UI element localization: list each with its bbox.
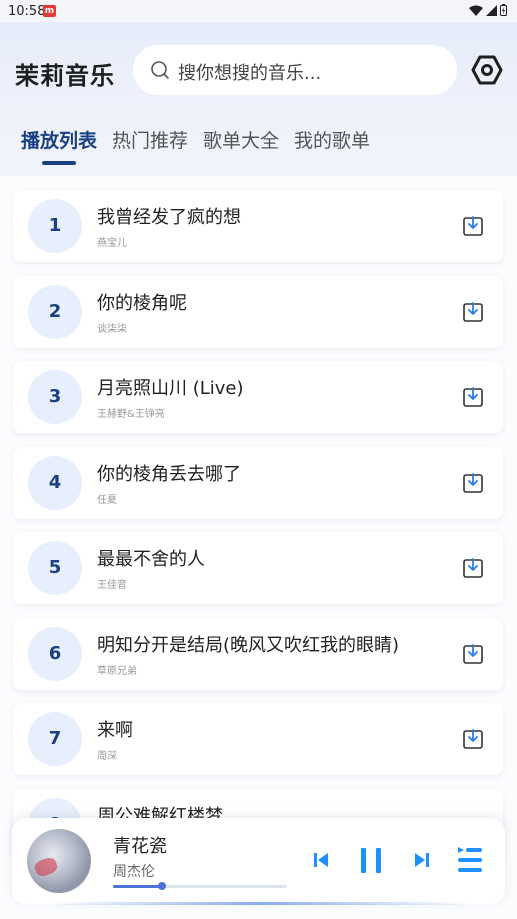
song-artist: 任夏 — [97, 495, 117, 506]
pause-icon[interactable] — [360, 848, 382, 873]
song-artist: 王佳音 — [97, 580, 127, 591]
download-icon[interactable] — [461, 214, 485, 238]
mini-player[interactable]: 青花瓷 周杰伦 — [12, 818, 505, 904]
now-playing-title: 青花瓷 — [113, 836, 167, 857]
playlist-queue-icon[interactable] — [457, 846, 483, 874]
progress-knob[interactable] — [157, 882, 166, 890]
song-index: 7 — [28, 712, 82, 766]
song-title: 明知分开是结局(晚风又吹红我的眼睛) — [97, 635, 400, 656]
song-index: 1 — [28, 199, 82, 253]
status-time: 10:58 — [8, 4, 46, 19]
header: 茉莉音乐 搜你想搜的音乐... 播放列表 热门推荐 歌单大全 我的歌单 — [0, 22, 517, 176]
album-cover[interactable] — [27, 829, 91, 893]
song-item[interactable]: 1 我曾经发了疯的想 燕宝儿 — [13, 190, 503, 262]
song-title: 你的棱角呢 — [97, 293, 187, 314]
tab-my-playlists[interactable]: 我的歌单 — [294, 126, 370, 153]
settings-icon[interactable] — [471, 54, 503, 86]
song-index: 6 — [28, 627, 82, 681]
song-item[interactable]: 6 明知分开是结局(晚风又吹红我的眼睛) 草原兄弟 — [13, 618, 503, 690]
tab-playlist[interactable]: 播放列表 — [21, 126, 97, 153]
song-list[interactable]: 1 我曾经发了疯的想 燕宝儿 2 你的棱角呢 谈柒柒 3 月亮照山川 (Live… — [0, 176, 517, 919]
tab-hot-recommend[interactable]: 热门推荐 — [112, 126, 188, 153]
download-icon[interactable] — [461, 556, 485, 580]
previous-icon[interactable] — [313, 852, 329, 868]
song-title: 我曾经发了疯的想 — [97, 207, 241, 228]
song-artist: 周深 — [97, 751, 117, 762]
progress-fill — [113, 885, 162, 888]
song-index: 2 — [28, 285, 82, 339]
tab-playlists-all[interactable]: 歌单大全 — [203, 126, 279, 153]
song-artist: 王赫野&王铮亮 — [97, 409, 165, 420]
song-artist: 燕宝儿 — [97, 238, 127, 249]
song-index: 3 — [28, 370, 82, 424]
download-icon[interactable] — [461, 727, 485, 751]
notification-app-icon: m — [43, 5, 56, 17]
song-artist: 谈柒柒 — [97, 324, 127, 335]
song-title: 你的棱角丢去哪了 — [97, 464, 241, 485]
system-icons — [469, 4, 507, 16]
search-icon — [151, 61, 169, 79]
wifi-icon — [469, 5, 483, 16]
tab-active-indicator — [42, 161, 76, 165]
song-artist: 草原兄弟 — [97, 666, 137, 677]
song-item[interactable]: 3 月亮照山川 (Live) 王赫野&王铮亮 — [13, 361, 503, 433]
signal-icon — [486, 4, 497, 16]
song-index: 5 — [28, 541, 82, 595]
app-title: 茉莉音乐 — [15, 62, 115, 90]
now-playing-artist: 周杰伦 — [113, 864, 155, 880]
song-item[interactable]: 5 最最不舍的人 王佳音 — [13, 532, 503, 604]
song-title: 月亮照山川 (Live) — [97, 378, 244, 399]
download-icon[interactable] — [461, 471, 485, 495]
progress-bar[interactable] — [113, 882, 287, 890]
song-item[interactable]: 4 你的棱角丢去哪了 任夏 — [13, 447, 503, 519]
player-glow — [50, 902, 470, 905]
search-bar[interactable]: 搜你想搜的音乐... — [133, 45, 457, 95]
next-icon[interactable] — [414, 852, 430, 868]
battery-icon — [500, 4, 507, 16]
song-item[interactable]: 7 来啊 周深 — [13, 703, 503, 775]
download-icon[interactable] — [461, 642, 485, 666]
search-placeholder: 搜你想搜的音乐... — [178, 63, 322, 84]
song-item[interactable]: 2 你的棱角呢 谈柒柒 — [13, 276, 503, 348]
download-icon[interactable] — [461, 385, 485, 409]
song-title: 来啊 — [97, 720, 133, 741]
song-title: 最最不舍的人 — [97, 549, 205, 570]
song-index: 4 — [28, 456, 82, 510]
download-icon[interactable] — [461, 300, 485, 324]
tab-bar: 播放列表 热门推荐 歌单大全 我的歌单 — [0, 126, 517, 166]
status-bar: 10:58 m — [0, 0, 517, 22]
